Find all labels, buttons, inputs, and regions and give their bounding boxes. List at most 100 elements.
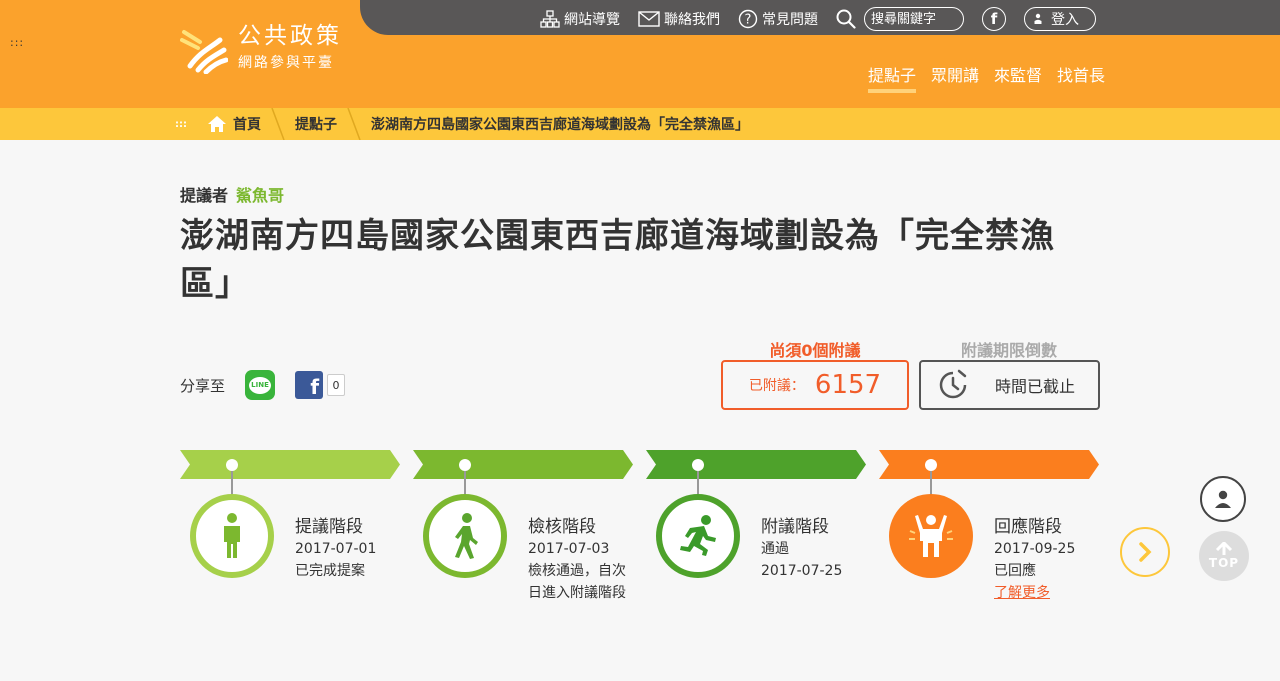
stage-circle [889,494,973,578]
stage-status: 檢核通過，自次 [528,563,626,579]
stage-dot [925,459,937,471]
contact-label: 聯絡我們 [664,12,720,28]
line-share-icon[interactable]: LINE [245,370,276,400]
stage-stem [231,471,233,495]
stage-name: 回應階段 [994,517,1062,537]
clock-icon [939,369,967,399]
stage-circle [656,494,740,578]
stage-banner [646,450,866,479]
stage-dot [459,459,471,471]
user-icon [1034,13,1042,24]
login-button[interactable]: 登入 [1024,7,1096,31]
main-nav: 提點子 眾開講 來監督 找首長 [868,62,1120,100]
breadcrumb-dots-icon: ::: [175,118,187,130]
breadcrumb-bar: ::: 首頁 提點子 澎湖南方四島國家公園東西吉廊道海域劃設為「完全禁漁區」 [0,108,1280,140]
cheering-person-icon [909,515,953,557]
breadcrumb-home[interactable]: 首頁 [207,114,261,134]
contact-link[interactable]: 聯絡我們 [638,9,720,29]
seconded-box: 已附議： 6157 [721,360,909,410]
nav-item-supervise[interactable]: 來監督 [994,62,1042,100]
seconded-label: 已附議： [748,378,805,394]
search-input[interactable] [864,7,964,31]
line-text: LINE [249,376,272,394]
nav-item-ideas[interactable]: 提點子 [868,62,917,100]
nav-item-discussion[interactable]: 眾開講 [931,62,979,100]
stage-second: 附議階段 通過 2017-07-25 [646,450,866,610]
breadcrumb-current: 澎湖南方四島國家公園東西吉廊道海域劃設為「完全禁漁區」 [371,117,749,133]
stage-status-cont: 日進入附議階段 [528,585,626,601]
search-area [836,7,964,31]
chevron-right-icon [1139,542,1152,562]
svg-text:?: ? [745,13,752,28]
stage-date: 2017-07-25 [761,563,843,579]
share-label: 分享至 [180,376,226,395]
running-person-icon [680,515,716,556]
stage-circle [423,494,507,578]
breadcrumb: ::: 首頁 提點子 澎湖南方四島國家公園東西吉廊道海域劃設為「完全禁漁區」 [175,108,749,140]
stage-date: 2017-07-03 [528,541,610,557]
sitemap-link[interactable]: 網站導覽 [540,9,620,29]
site-name: 公共政策 [238,23,342,49]
stage-review: 檢核階段 2017-07-03 檢核通過，自次 日進入附議階段 [413,450,633,610]
walking-person-icon [455,513,478,559]
facebook-share-count: 0 [327,374,346,396]
page-title: 澎湖南方四島國家公園東西吉廊道海域劃設為「完全禁漁區」 [180,216,1055,304]
stage-dot [692,459,704,471]
stage-propose: 提議階段 2017-07-01 已完成提案 [180,450,400,610]
search-icon[interactable] [836,9,856,29]
stage-banner [879,450,1099,479]
stage-result: 通過 [761,541,789,557]
stage-dot [226,459,238,471]
standing-person-icon [224,513,240,558]
next-stage-button[interactable] [1120,527,1170,577]
stage-stem [697,471,699,495]
facebook-icon[interactable]: f [982,7,1006,31]
countdown-label: 附議期限倒數 [960,341,1057,360]
stage-date: 2017-07-01 [295,541,377,557]
breadcrumb-separator [271,108,285,140]
faq-link[interactable]: ? 常見問題 [738,9,818,29]
logo-icon [180,30,228,74]
stage-banner [413,450,633,479]
user-icon [1215,490,1231,508]
stage-circle [190,494,274,578]
site-subtitle: 網路參與平臺 [238,55,334,71]
faq-label: 常見問題 [762,12,818,28]
sitemap-icon [540,10,560,28]
stage-status: 已回應 [994,563,1036,579]
breadcrumb-section[interactable]: 提點子 [295,114,337,134]
site-header: ::: 公共政策 網路參與平臺 網站導覽 聯絡我們 ? 常見問題 搜尋關鍵字 f… [0,0,1280,108]
stage-name: 附議階段 [761,517,829,537]
mail-icon [638,11,660,27]
breadcrumb-home-label: 首頁 [233,117,261,133]
stage-date: 2017-09-25 [994,541,1076,557]
proposer-name[interactable]: 鯊魚哥 [236,186,284,205]
needed-seconds-label: 尚須0個附議 [769,341,861,360]
menu-dots-icon[interactable]: ::: [10,36,24,49]
stage-name: 檢核階段 [528,517,596,537]
countdown-box: 時間已截止 [919,360,1100,410]
stage-stem [464,471,466,495]
sitemap-label: 網站導覽 [564,12,620,28]
facebook-share-icon[interactable]: f [295,371,324,399]
login-label: 登入 [1051,12,1079,28]
home-icon [208,116,226,132]
seconded-count: 6157 [814,370,882,400]
top-label: TOP [1208,556,1240,570]
proposer-label: 提議者 [180,186,229,205]
floating-user-button[interactable] [1200,476,1246,522]
proposer: 提議者 鯊魚哥 [180,182,284,206]
learn-more-link[interactable]: 了解更多 [994,585,1050,601]
question-icon: ? [738,9,758,29]
stage-status: 已完成提案 [295,563,365,579]
stage-banner [180,450,400,479]
stage-stem [930,471,932,495]
breadcrumb-separator [347,108,361,140]
stage-name: 提議階段 [295,517,363,537]
arrow-up-icon [1215,542,1233,555]
stage-response: 回應階段 2017-09-25 已回應 了解更多 [879,450,1099,610]
countdown-status: 時間已截止 [995,377,1076,396]
site-logo[interactable]: 公共政策 網路參與平臺 [180,22,342,74]
nav-item-officials[interactable]: 找首長 [1057,62,1105,100]
back-to-top-button[interactable]: TOP [1199,531,1249,581]
